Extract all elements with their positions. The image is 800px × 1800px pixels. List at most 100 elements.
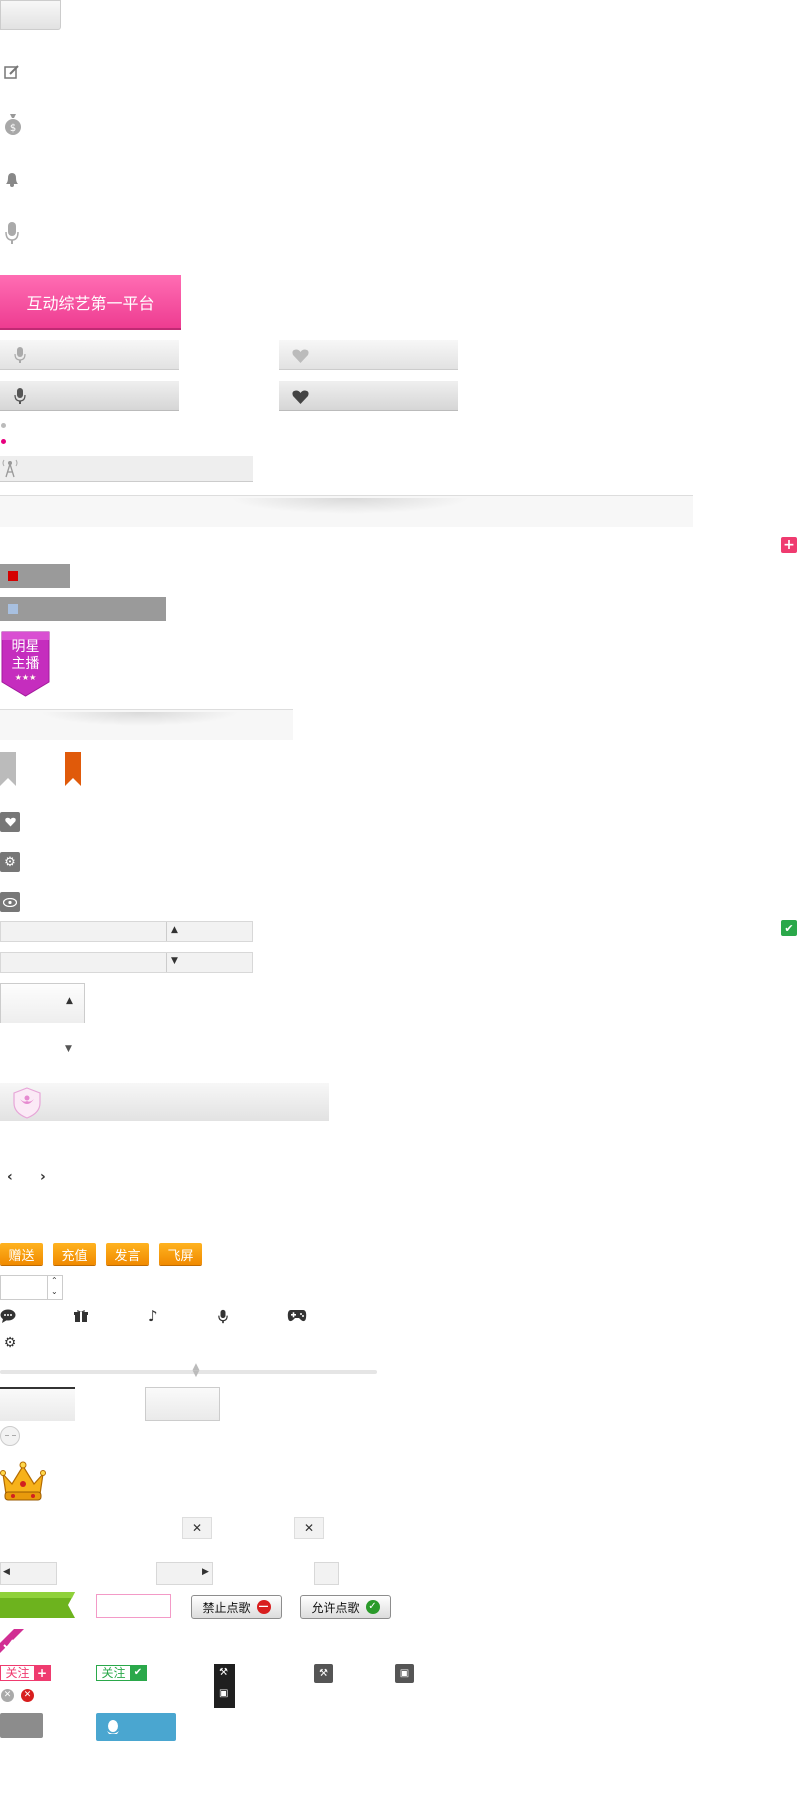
speak-button[interactable]: 发言	[106, 1243, 149, 1265]
microphone-icon[interactable]	[218, 1309, 230, 1325]
red-square-bar	[0, 564, 70, 588]
recharge-button[interactable]: 充值	[53, 1243, 96, 1265]
heart-tile-icon[interactable]	[0, 812, 20, 832]
allow-label: 允许点歌	[311, 1600, 360, 1615]
next-icon[interactable]: ›	[40, 1169, 46, 1185]
eye-icon[interactable]	[0, 892, 20, 912]
forbid-label: 禁止点歌	[202, 1600, 251, 1615]
scroll-right-button[interactable]: ▶	[156, 1562, 213, 1585]
wrench-icon[interactable]: ⚒	[314, 1664, 333, 1683]
close-circle-red-icon[interactable]: ✕	[21, 1689, 34, 1702]
caret-down-icon[interactable]: ▼	[65, 1044, 72, 1054]
pink-dot	[1, 439, 6, 444]
tab-inactive[interactable]	[145, 1387, 220, 1421]
caret-up-icon: ▲	[171, 925, 178, 935]
guardian-bar	[0, 1083, 329, 1121]
chat-icon[interactable]	[0, 1309, 18, 1325]
gray-button[interactable]	[0, 1713, 43, 1738]
mic-bar-light[interactable]	[0, 340, 179, 370]
shadow-panel-narrow	[0, 709, 293, 740]
square-button[interactable]	[314, 1562, 339, 1585]
forbid-icon: —	[256, 1600, 271, 1614]
blue-square-bar	[0, 597, 166, 621]
shield-icon	[13, 1087, 41, 1119]
top-tab[interactable]	[0, 0, 61, 30]
allow-song-button[interactable]: 允许点歌 ✓	[300, 1595, 391, 1619]
follow-label: 关注	[1, 1666, 34, 1680]
gray-dot	[1, 423, 6, 428]
followed-label: 关注	[97, 1666, 130, 1680]
close-icon: ✕	[191, 1521, 203, 1535]
heart-bar-dark[interactable]	[279, 381, 458, 411]
emoji-icon[interactable]	[0, 1426, 20, 1446]
bookmark-gray-icon[interactable]	[0, 752, 16, 786]
caret-down-icon: ▼	[171, 956, 178, 966]
badge-line-1: 明星	[11, 639, 40, 655]
stepper-up-icon[interactable]: ⌃	[51, 1276, 58, 1285]
caret-left-icon: ◀	[3, 1567, 10, 1577]
gear-icon[interactable]: ⚙	[1, 1334, 19, 1352]
close-icon: ✕	[303, 1521, 315, 1535]
heart-icon	[292, 390, 309, 404]
star-anchor-badge: 明星 主播 ★★★	[0, 630, 51, 698]
edit-icon[interactable]	[4, 64, 20, 80]
green-ribbon	[0, 1590, 75, 1620]
plus-icon: +	[34, 1666, 50, 1680]
dropdown-down[interactable]: ▼	[0, 952, 253, 973]
heart-bar-light[interactable]	[279, 340, 458, 370]
recharge-label: 充值	[61, 1248, 88, 1264]
inbox-icon[interactable]: ▣	[395, 1664, 414, 1683]
blue-square-icon	[8, 604, 18, 614]
close-button-alt[interactable]: ✕	[294, 1517, 324, 1539]
bell-icon	[3, 171, 21, 187]
wrench-icon[interactable]: ⚒	[219, 1667, 228, 1678]
money-bag-icon: $	[3, 112, 23, 136]
stepper-down-icon[interactable]: ⌄	[51, 1287, 58, 1296]
scroll-left-button[interactable]: ◀	[0, 1562, 57, 1585]
slider-handle[interactable]: ▲ ▼	[192, 1363, 200, 1379]
microphone-icon	[5, 221, 19, 245]
gift-button[interactable]: 赠送	[0, 1243, 43, 1265]
volume-slider[interactable]: ▲ ▼	[0, 1363, 377, 1379]
gift-label: 赠送	[8, 1248, 35, 1264]
allow-icon: ✓	[365, 1600, 380, 1614]
check-icon[interactable]: ✔	[781, 920, 797, 936]
gift-icon[interactable]	[74, 1309, 90, 1325]
tab-active[interactable]	[0, 1387, 75, 1421]
signal-bar	[0, 456, 253, 482]
caret-right-icon: ▶	[202, 1567, 209, 1577]
qq-button[interactable]	[96, 1713, 176, 1741]
inbox-icon[interactable]: ▣	[219, 1688, 228, 1699]
bookmark-orange-icon[interactable]	[65, 752, 81, 786]
platform-banner-button[interactable]: 互动综艺第一平台	[0, 275, 181, 330]
shadow-panel-wide	[0, 495, 693, 527]
flyscreen-button[interactable]: 飞屏	[159, 1243, 202, 1265]
flyscreen-label: 飞屏	[167, 1248, 194, 1264]
followed-button[interactable]: 关注 ✔	[96, 1665, 147, 1681]
dropdown-up[interactable]: ▲	[0, 921, 253, 942]
close-button[interactable]: ✕	[182, 1517, 212, 1539]
gear-icon[interactable]: ⚙	[0, 852, 20, 872]
heart-icon	[292, 349, 309, 363]
mic-bar-dark[interactable]	[0, 381, 179, 411]
quantity-stepper[interactable]: ⌃ ⌄	[0, 1275, 63, 1300]
caret-up-icon: ▲	[66, 996, 73, 1006]
tool-column: ⚒ ▣	[214, 1664, 235, 1708]
svg-text:$: $	[10, 123, 16, 134]
pink-input[interactable]	[96, 1594, 171, 1618]
forbid-song-button[interactable]: 禁止点歌 —	[191, 1595, 282, 1619]
speak-label: 发言	[114, 1248, 141, 1264]
check-icon: ✔	[130, 1666, 146, 1680]
badge-line-2: 主播	[11, 656, 40, 672]
banner-title: 互动综艺第一平台	[26, 293, 155, 313]
antenna-icon	[2, 459, 18, 478]
gamepad-icon[interactable]	[287, 1309, 307, 1325]
select-box[interactable]: ▲	[0, 983, 85, 1023]
follow-button[interactable]: 关注 +	[0, 1665, 51, 1681]
qq-penguin-icon	[107, 1720, 119, 1734]
add-icon[interactable]: +	[781, 537, 797, 553]
red-square-icon	[8, 571, 18, 581]
music-note-icon[interactable]: ♪	[148, 1307, 158, 1325]
close-circle-gray-icon[interactable]: ✕	[1, 1689, 14, 1702]
prev-icon[interactable]: ‹	[7, 1169, 13, 1185]
